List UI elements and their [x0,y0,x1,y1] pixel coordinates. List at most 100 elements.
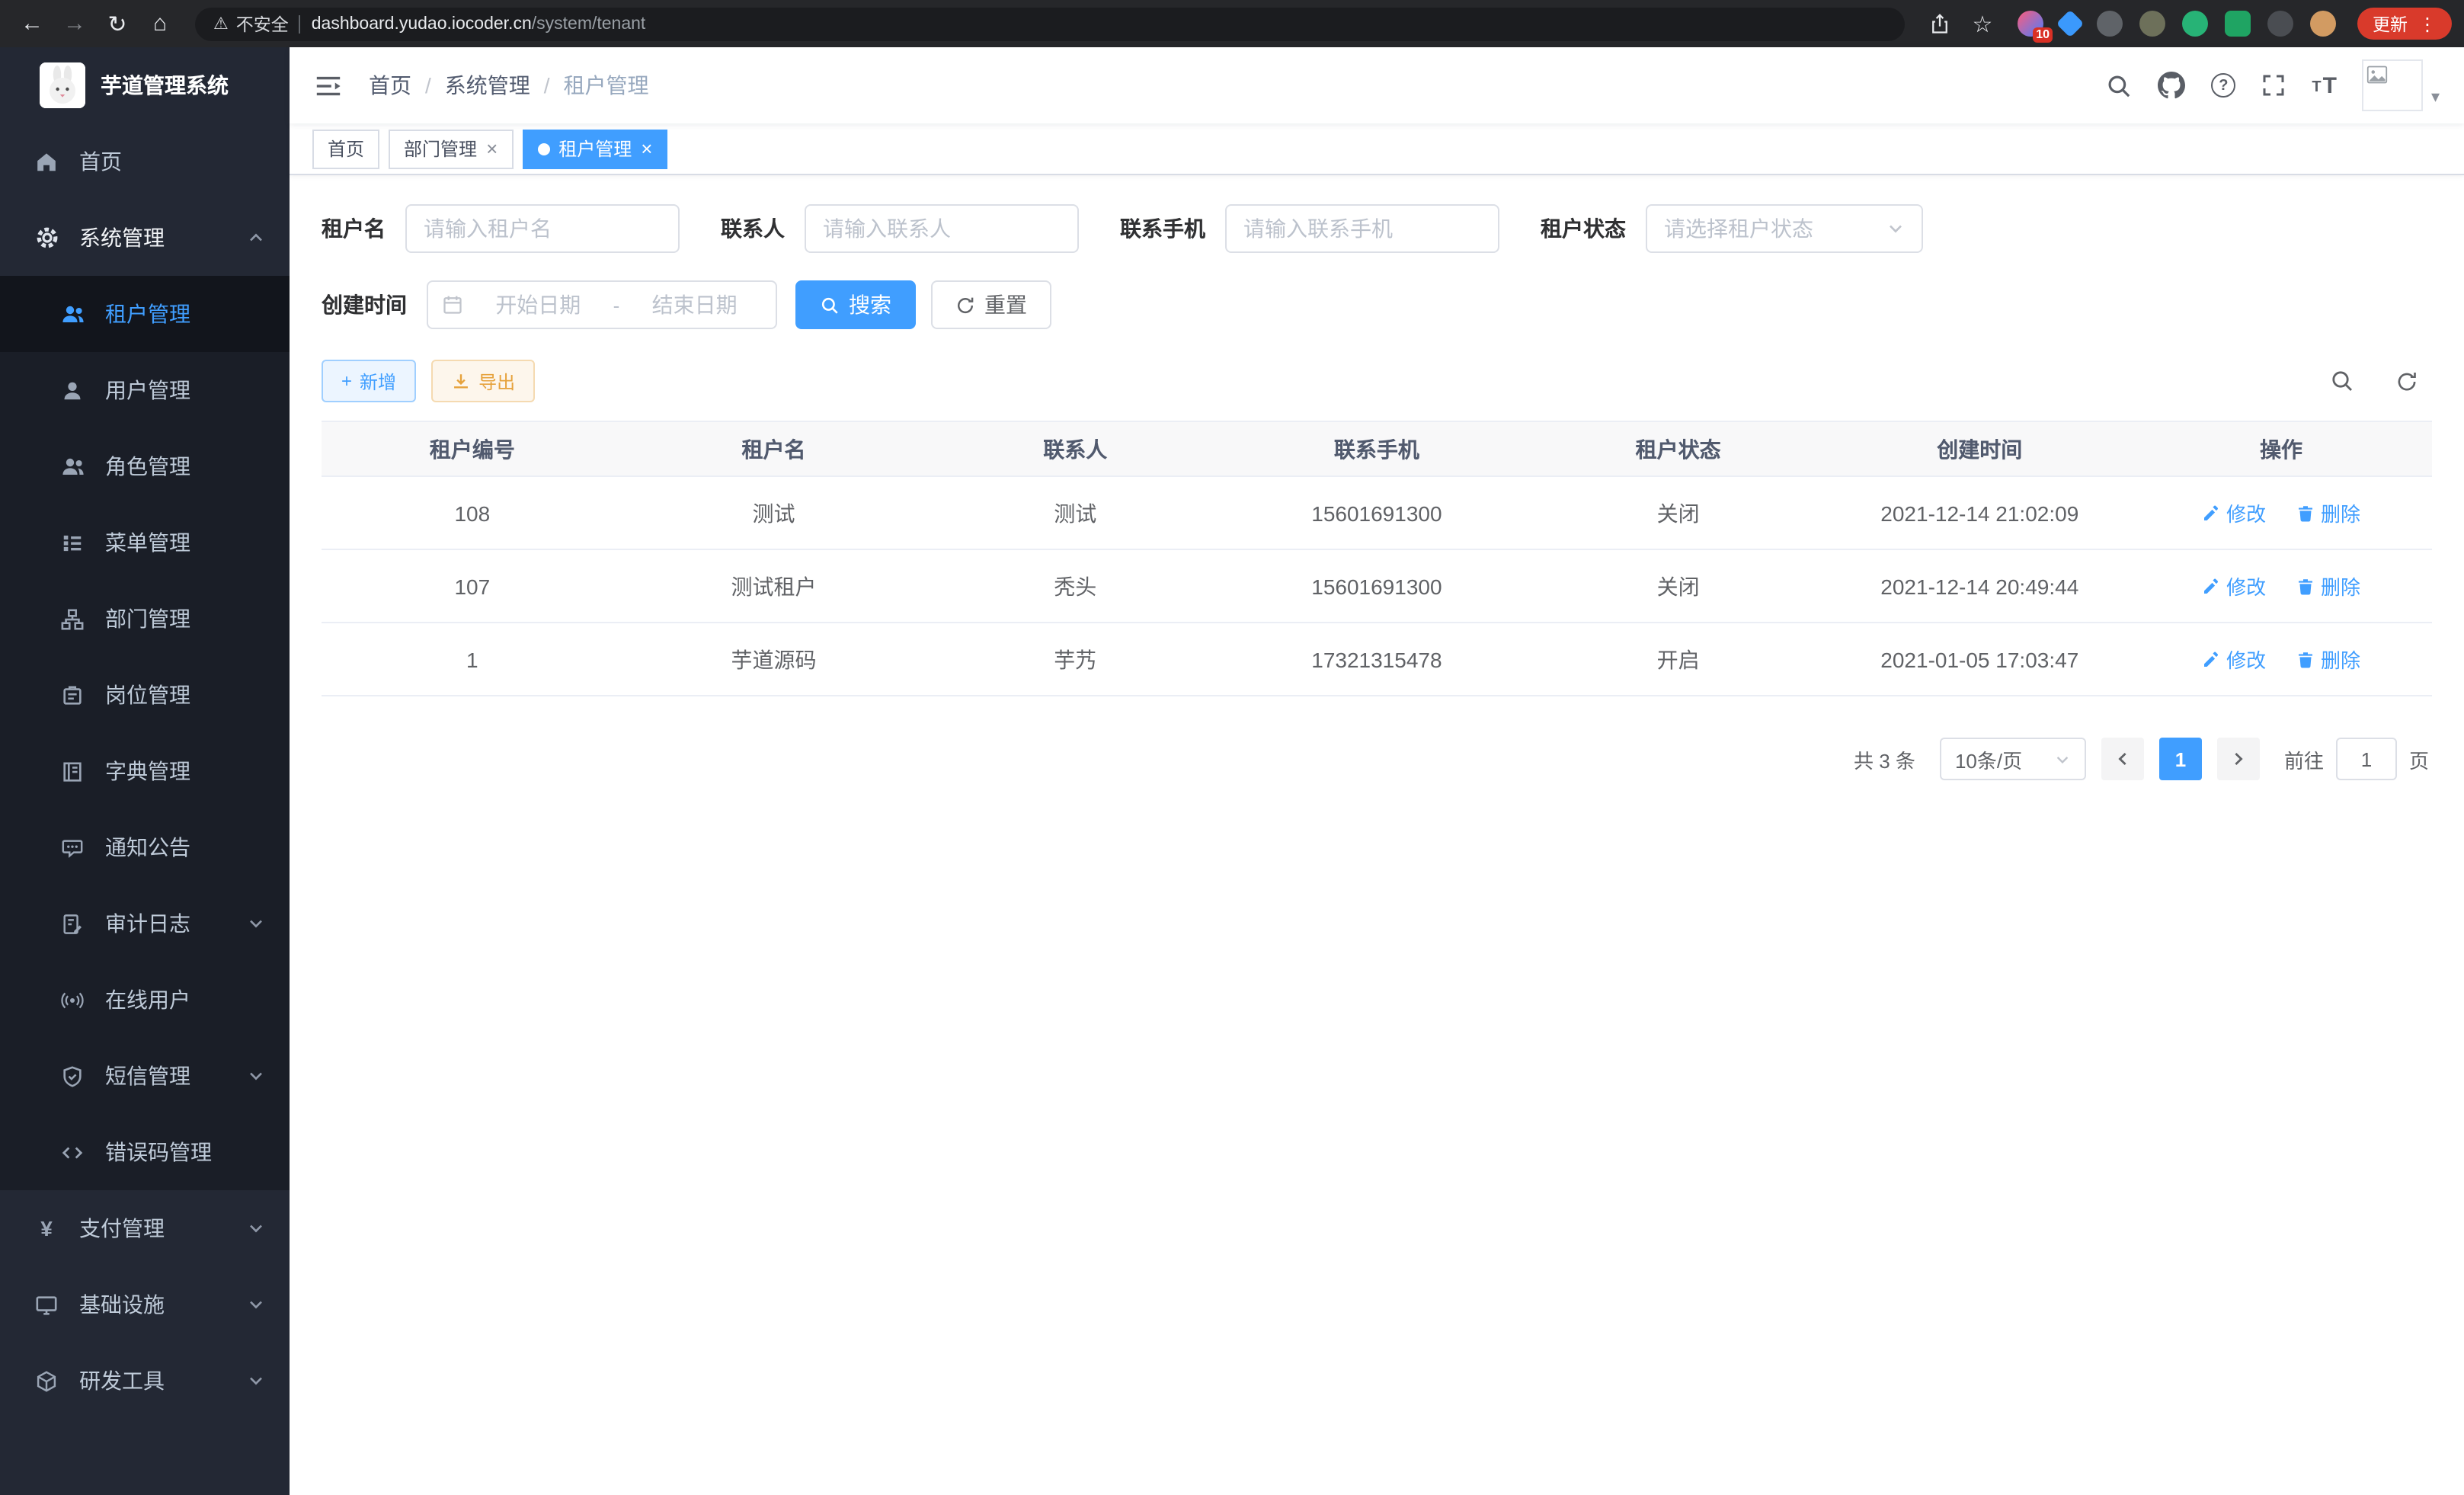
browser-forward-button[interactable]: → [55,5,94,42]
sidebar-item-system[interactable]: 系统管理 [0,200,290,276]
cube-icon [34,1368,59,1394]
sidebar-item-user[interactable]: 用户管理 [0,352,290,428]
page-size-select[interactable]: 10条/页 [1940,738,2086,780]
sidebar-toggle-button[interactable] [314,71,343,100]
delete-link[interactable]: 删除 [2296,571,2360,600]
filter-status: 租户状态 请选择租户状态 [1541,204,1923,253]
sidebar-item-menu[interactable]: 菜单管理 [0,504,290,581]
tab-tenant[interactable]: 租户管理 × [522,129,667,168]
sidebar-item-tenant[interactable]: 租户管理 [0,276,290,352]
export-button[interactable]: 导出 [431,360,535,402]
breadcrumb-home[interactable]: 首页 [369,70,411,101]
header-search-button[interactable] [2106,72,2132,98]
sidebar-item-devtools[interactable]: 研发工具 [0,1343,290,1419]
user-menu[interactable]: ▾ [2363,59,2440,111]
sidebar-item-post[interactable]: 岗位管理 [0,657,290,733]
browser-back-button[interactable]: ← [12,5,52,42]
refresh-table-button[interactable] [2389,364,2423,398]
refresh-icon [955,295,975,315]
page-number-button[interactable]: 1 [2159,738,2202,780]
column-header: 租户状态 [1528,421,1829,476]
edit-link[interactable]: 修改 [2202,571,2266,600]
caret-down-icon: ▾ [2431,90,2440,111]
hamburger-icon [314,71,343,100]
status-select[interactable]: 请选择租户状态 [1646,204,1923,253]
bookmark-button[interactable]: ☆ [1963,5,2002,42]
sidebar-item-home[interactable]: 首页 [0,123,290,200]
sidebar-item-pay[interactable]: ¥ 支付管理 [0,1190,290,1266]
cell-tenant-name: 测试租户 [623,549,925,623]
kebab-menu-icon[interactable]: ⋮ [2418,14,2437,33]
extension-icon[interactable] [2056,10,2085,38]
sidebar-item-role[interactable]: 角色管理 [0,428,290,504]
cell-created: 2021-12-14 21:02:09 [1829,476,2130,549]
share-button[interactable] [1920,5,1960,42]
sidebar-item-label: 通知公告 [105,832,265,863]
search-button[interactable]: 搜索 [795,280,916,329]
tab-dept[interactable]: 部门管理 × [389,129,513,168]
sidebar-item-infra[interactable]: 基础设施 [0,1266,290,1343]
edit-label: 修改 [2226,571,2266,600]
sidebar-item-sms[interactable]: 短信管理 [0,1038,290,1114]
close-icon[interactable]: × [486,139,498,158]
profile-avatar[interactable] [2310,11,2336,37]
shield-icon [59,1063,85,1089]
contact-input[interactable] [823,216,1061,241]
toggle-search-button[interactable] [2325,364,2359,398]
fullscreen-icon [2261,73,2286,98]
sidebar-item-dept[interactable]: 部门管理 [0,581,290,657]
reload-icon: ↻ [107,10,126,37]
reset-button[interactable]: 重置 [931,280,1051,329]
goto-page-input[interactable] [2336,738,2397,780]
field-label: 租户状态 [1541,213,1626,244]
sidebar-item-error-code[interactable]: 错误码管理 [0,1114,290,1190]
prev-page-button[interactable] [2101,738,2144,780]
extension-icon[interactable] [2182,11,2208,37]
add-button[interactable]: + 新增 [322,360,416,402]
end-date-input[interactable] [627,293,762,317]
fullscreen-button[interactable] [2261,73,2286,98]
extension-icon[interactable] [2097,11,2123,37]
app-logo[interactable]: 芋道管理系统 [0,47,290,123]
font-size-button[interactable]: TT [2312,74,2337,97]
sidebar-item-online-user[interactable]: 在线用户 [0,962,290,1038]
total-count: 共 3 条 [1854,744,1915,773]
date-range-picker[interactable]: - [427,280,777,329]
delete-link[interactable]: 删除 [2296,645,2360,674]
delete-label: 删除 [2321,498,2360,527]
sidebar-item-dict[interactable]: 字典管理 [0,733,290,809]
extension-icon[interactable] [2225,11,2251,37]
sidebar-item-audit-log[interactable]: 审计日志 [0,885,290,962]
security-label: 不安全 [236,11,289,36]
address-bar[interactable]: ⚠ 不安全 dashboard.yudao.iocoder.cn/system/… [195,7,1905,40]
breadcrumb-system[interactable]: 系统管理 [445,70,530,101]
extension-icon[interactable]: 10 [2018,11,2043,37]
edit-link[interactable]: 修改 [2202,645,2266,674]
site-security[interactable]: ⚠ 不安全 [213,11,289,36]
range-separator: - [613,293,620,316]
filter-phone: 联系手机 [1120,204,1499,253]
github-icon [2158,72,2185,99]
browser-update-button[interactable]: 更新 ⋮ [2357,8,2452,40]
download-icon [451,371,471,391]
tab-home[interactable]: 首页 [312,129,379,168]
extension-icon[interactable] [2139,11,2165,37]
phone-input[interactable] [1243,216,1481,241]
cell-phone: 15601691300 [1226,476,1528,549]
page-content: 租户名 联系人 联系手机 租户状态 请选择租户状态 [290,175,2464,1495]
github-link[interactable] [2158,72,2185,99]
browser-home-button[interactable]: ⌂ [140,5,180,42]
close-icon[interactable]: × [641,139,652,158]
sidebar-item-notice[interactable]: 通知公告 [0,809,290,885]
help-button[interactable]: ? [2211,73,2235,98]
edit-link[interactable]: 修改 [2202,498,2266,527]
extensions-row: 10 [2005,11,2348,37]
next-page-button[interactable] [2217,738,2260,780]
tenant-name-input[interactable] [424,216,661,241]
sidebar-item-label: 错误码管理 [105,1137,265,1167]
column-header: 联系人 [924,421,1226,476]
start-date-input[interactable] [471,293,606,317]
delete-link[interactable]: 删除 [2296,498,2360,527]
puzzle-extension-icon[interactable] [2267,11,2293,37]
browser-reload-button[interactable]: ↻ [98,5,137,42]
